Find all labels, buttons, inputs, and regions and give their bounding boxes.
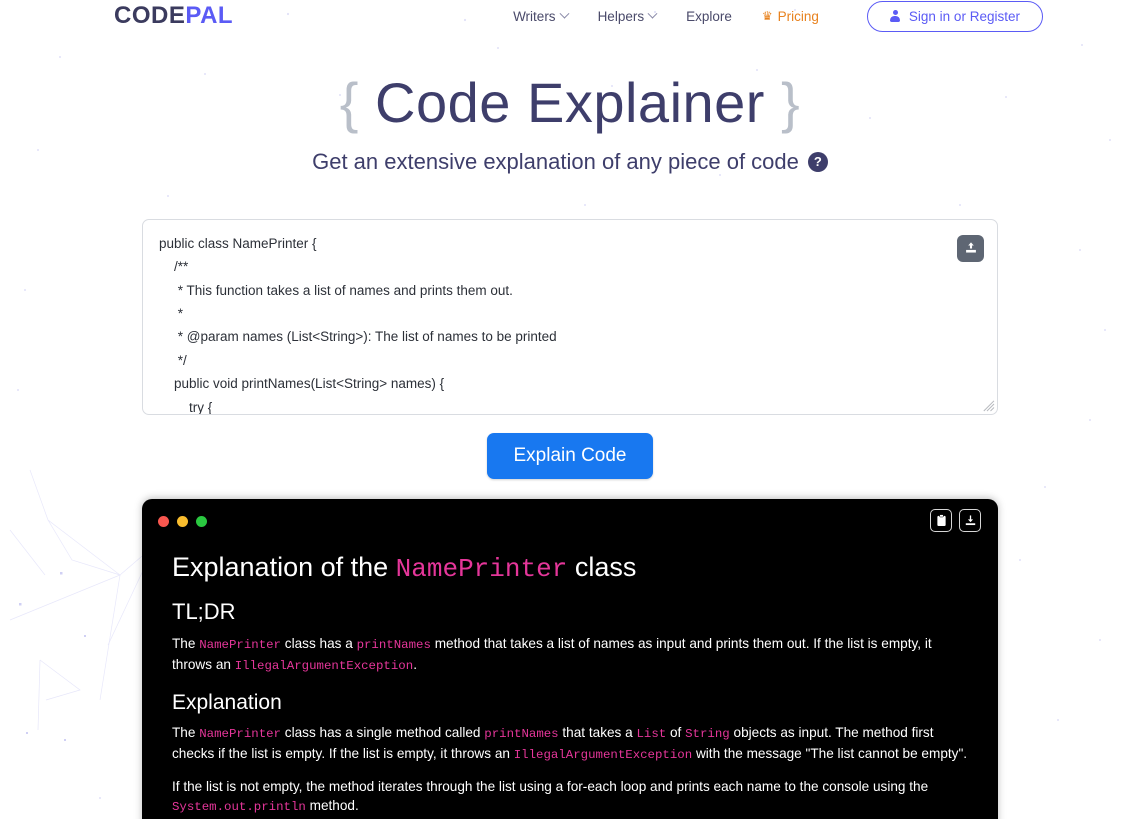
textarea-resize-handle[interactable] xyxy=(983,400,995,412)
upload-file-button[interactable] xyxy=(957,234,984,262)
logo-text-pal: PAL xyxy=(185,2,234,29)
tldr-text-4: . xyxy=(413,656,417,672)
result-titlebar xyxy=(142,499,998,545)
result-panel: Explanation of the NamePrinter class TL;… xyxy=(142,498,998,819)
result-title-prefix: Explanation of the xyxy=(172,551,396,582)
p1-code-5: IllegalArgumentException xyxy=(513,748,693,763)
clipboard-icon xyxy=(936,514,946,526)
explanation-paragraph-1: The NamePrinter class has a single metho… xyxy=(172,723,968,765)
page-subtitle: Get an extensive explanation of any piec… xyxy=(312,149,828,175)
nav-item-explore[interactable]: Explore xyxy=(686,9,732,24)
titlebar-actions xyxy=(930,508,981,532)
crown-icon: ♛ xyxy=(761,9,773,23)
maximize-dot[interactable] xyxy=(196,516,207,528)
nav-item-helpers[interactable]: Helpers xyxy=(597,8,658,24)
nav-item-writers[interactable]: Writers xyxy=(513,8,570,24)
page-subtitle-text: Get an extensive explanation of any piec… xyxy=(312,148,799,174)
brace-close: } xyxy=(781,71,801,134)
result-body: Explanation of the NamePrinter class TL;… xyxy=(142,549,998,819)
sign-in-or-register-button[interactable]: Sign in or Register xyxy=(866,0,1043,32)
explain-code-button[interactable]: Explain Code xyxy=(487,432,653,479)
nav-label-pricing: Pricing xyxy=(777,8,819,24)
nav-label-writers: Writers xyxy=(513,8,556,24)
close-dot[interactable] xyxy=(158,516,169,528)
code-input-container xyxy=(142,218,998,415)
question-mark-icon[interactable]: ? xyxy=(807,151,828,172)
p2-text-2: method. xyxy=(305,798,359,814)
window-traffic-lights xyxy=(158,516,207,528)
upload-icon xyxy=(965,242,976,253)
download-icon xyxy=(965,515,975,525)
p1-text-3: that takes a xyxy=(558,725,637,741)
nav-item-pricing[interactable]: ♛ Pricing xyxy=(762,9,819,24)
nav-label-helpers: Helpers xyxy=(597,8,645,24)
chevron-down-icon xyxy=(647,8,658,19)
tldr-code-3: IllegalArgumentException xyxy=(234,658,414,673)
explanation-paragraph-2: If the list is not empty, the method ite… xyxy=(172,777,968,817)
p1-text-6: with the message "The list cannot be emp… xyxy=(692,746,968,762)
page-title-text: Code Explainer xyxy=(375,71,765,134)
person-icon xyxy=(890,10,901,22)
nav-label-explore: Explore xyxy=(686,8,732,24)
minimize-dot[interactable] xyxy=(177,516,188,528)
tldr-code-1: NamePrinter xyxy=(199,637,281,652)
main-navigation: Writers Helpers Explore ♛ Pricing Sign i… xyxy=(513,0,1043,32)
p2-code-1: System.out.println xyxy=(172,800,306,815)
download-button[interactable] xyxy=(959,508,981,532)
brand-logo[interactable]: CODEPAL xyxy=(114,4,233,28)
tldr-text-1: The xyxy=(172,635,200,651)
logo-text-code: CODE xyxy=(114,2,186,29)
page-title: { Code Explainer } xyxy=(0,71,1140,134)
p1-code-4: String xyxy=(685,727,730,742)
p1-text-1: The xyxy=(172,725,200,741)
p2-text-1: If the list is not empty, the method ite… xyxy=(172,779,929,795)
p1-text-2: class has a single method called xyxy=(281,725,485,741)
submit-row: Explain Code xyxy=(0,432,1140,479)
p1-code-3: List xyxy=(636,727,667,742)
p1-code-2: printNames xyxy=(484,727,559,742)
site-header: CODEPAL Writers Helpers Explore ♛ Pricin… xyxy=(0,0,1140,32)
hero-section: { Code Explainer } Get an extensive expl… xyxy=(0,71,1140,175)
copy-button[interactable] xyxy=(930,508,952,532)
code-input[interactable] xyxy=(142,218,998,415)
tldr-paragraph: The NamePrinter class has a printNames m… xyxy=(172,634,968,676)
p1-text-4: of xyxy=(666,725,686,741)
tldr-heading: TL;DR xyxy=(172,598,236,624)
result-title: Explanation of the NamePrinter class xyxy=(172,549,968,587)
tldr-text-2: class has a xyxy=(281,635,357,651)
brace-open: { xyxy=(339,71,359,134)
chevron-down-icon xyxy=(559,8,570,19)
result-title-code: NamePrinter xyxy=(395,553,568,584)
p1-code-1: NamePrinter xyxy=(199,727,281,742)
tldr-code-2: printNames xyxy=(356,637,431,652)
explanation-heading: Explanation xyxy=(172,690,282,714)
sign-in-label: Sign in or Register xyxy=(908,8,1020,24)
result-title-suffix: class xyxy=(567,551,637,582)
